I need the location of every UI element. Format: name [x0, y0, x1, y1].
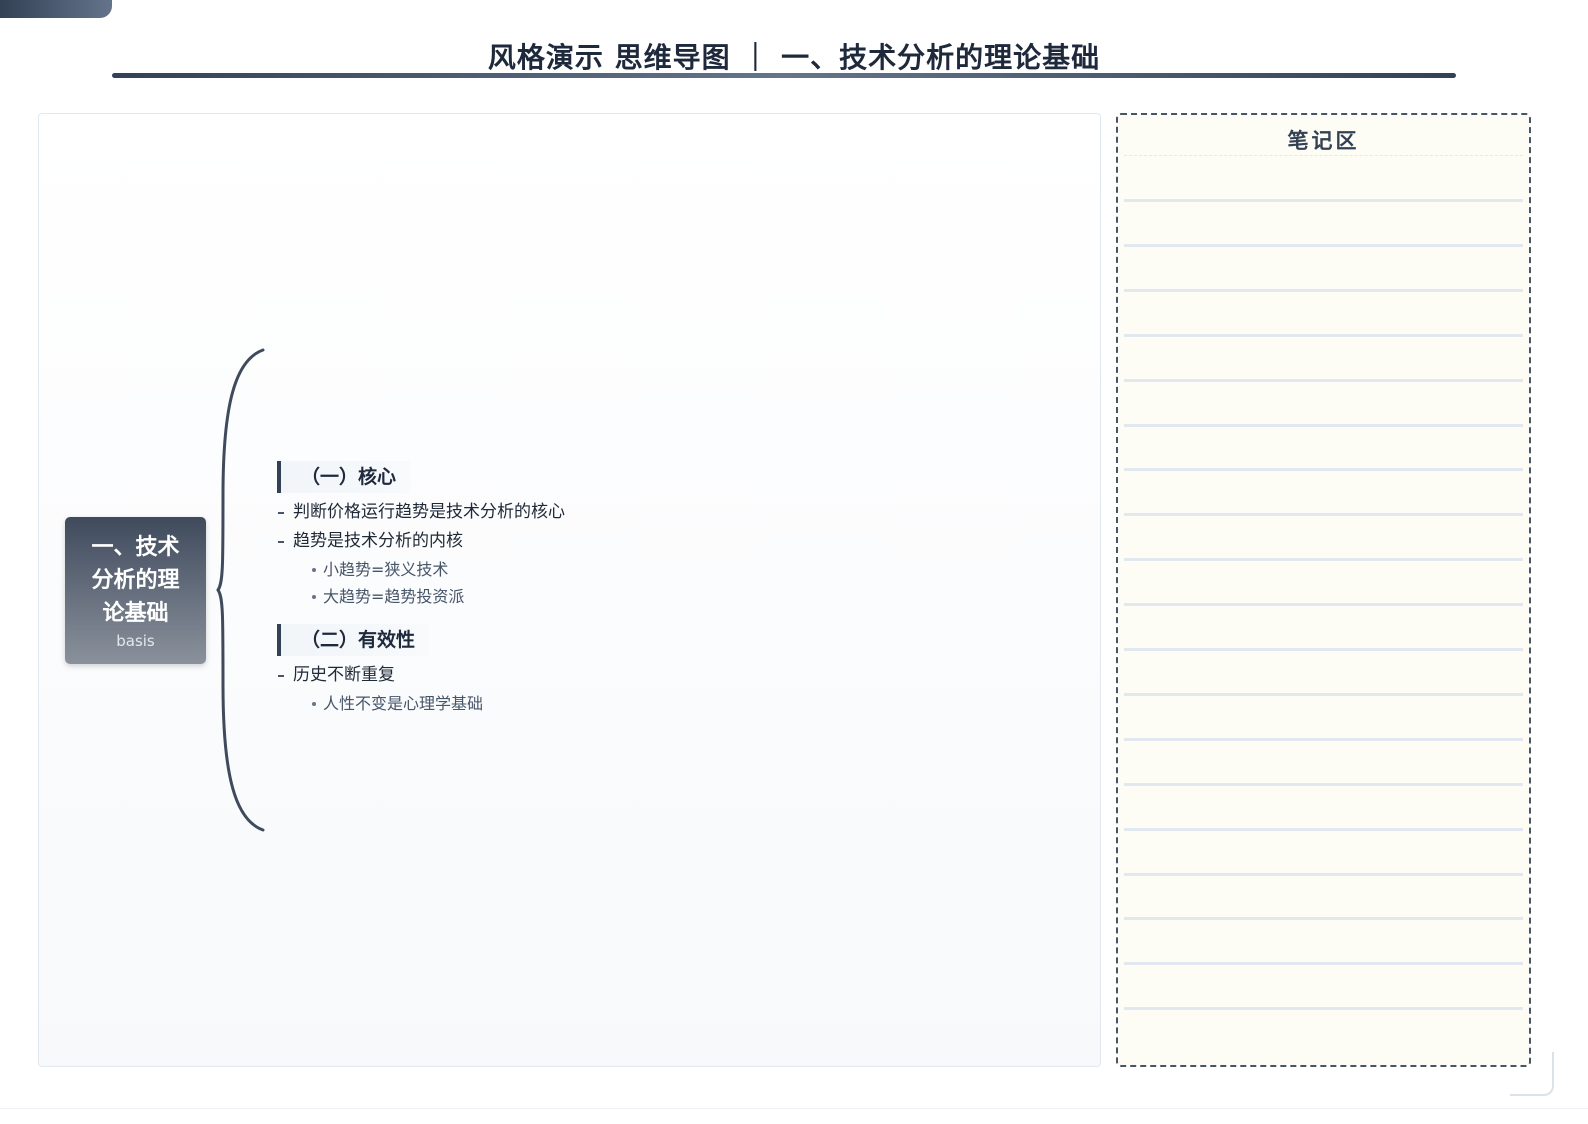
bullet-icon — [278, 512, 284, 514]
list-item-text: 判断价格运行趋势是技术分析的核心 — [293, 502, 565, 522]
brace-connector — [216, 348, 265, 832]
notes-header-divider — [1124, 155, 1523, 156]
note-line — [1124, 917, 1523, 921]
list-item-text: 历史不断重复 — [293, 665, 395, 685]
note-line — [1124, 962, 1523, 966]
sub-list-item-text: 人性不变是心理学基础 — [323, 694, 484, 713]
sub-list-item-text: 大趋势=趋势投资派 — [323, 587, 465, 606]
corner-tab-decoration — [0, 0, 112, 18]
sub-list-item: 大趋势=趋势投资派 — [277, 583, 565, 610]
note-line — [1124, 243, 1523, 247]
bullet-icon — [278, 541, 284, 543]
page-title: 风格演示 思维导图 ｜ 一、技术分析的理论基础 — [487, 41, 1101, 74]
note-line — [1124, 333, 1523, 337]
branch-core: （一）核心 判断价格运行趋势是技术分析的核心 趋势是技术分析的内核 小趋势=狭义… — [277, 461, 565, 610]
bottom-divider — [0, 1108, 1588, 1109]
corner-bracket-decoration — [1510, 1052, 1554, 1096]
note-line — [1124, 737, 1523, 741]
note-line — [1124, 872, 1523, 876]
note-line — [1124, 648, 1523, 651]
note-line — [1124, 378, 1523, 382]
list-item-text: 趋势是技术分析的内核 — [293, 531, 463, 551]
note-line — [1124, 199, 1523, 202]
note-line — [1124, 468, 1523, 472]
note-line — [1124, 1007, 1523, 1011]
sub-list-item: 人性不变是心理学基础 — [277, 690, 483, 717]
bullet-icon — [312, 595, 316, 599]
title-underline — [112, 73, 1456, 78]
notes-title: 笔记区 — [1287, 129, 1360, 153]
root-node-title: 一、技术分析的理论基础 — [91, 535, 180, 626]
note-line — [1124, 827, 1523, 831]
sub-list-item: 小趋势=狭义技术 — [277, 556, 565, 583]
branch-title[interactable]: （一）核心 — [277, 461, 411, 493]
branch-validity: （二）有效性 历史不断重复 人性不变是心理学基础 — [277, 624, 483, 717]
notes-panel[interactable]: 笔记区 — [1116, 113, 1531, 1067]
bullet-icon — [278, 675, 284, 677]
list-item: 趋势是技术分析的内核 — [277, 527, 565, 556]
list-item: 历史不断重复 — [277, 661, 483, 690]
branch-title[interactable]: （二）有效性 — [277, 624, 430, 656]
note-line — [1124, 423, 1523, 427]
root-node-subtitle: basis — [116, 632, 155, 650]
note-line — [1124, 782, 1523, 786]
bullet-icon — [312, 568, 316, 572]
root-node[interactable]: 一、技术分析的理论基础 basis — [65, 517, 206, 664]
list-item: 判断价格运行趋势是技术分析的核心 — [277, 498, 565, 527]
note-line — [1124, 603, 1523, 607]
note-line — [1124, 558, 1523, 562]
note-line — [1124, 692, 1523, 696]
note-line — [1124, 513, 1523, 517]
bullet-icon — [312, 702, 316, 706]
note-line — [1124, 288, 1523, 292]
sub-list-item-text: 小趋势=狭义技术 — [323, 560, 449, 579]
